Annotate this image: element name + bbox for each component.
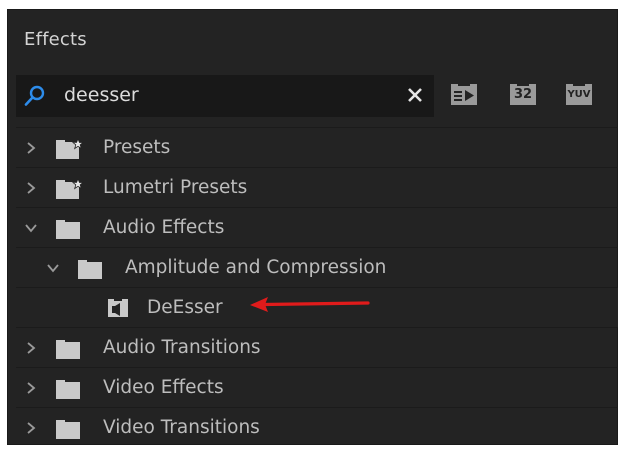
- chevron-right-icon[interactable]: [24, 421, 38, 435]
- yuv-label: YUV: [567, 89, 591, 100]
- yuv-effects-icon[interactable]: YUV: [564, 82, 594, 108]
- preset-folder-icon: [56, 139, 84, 159]
- tree-item-amplitude-and-compression[interactable]: Amplitude and Compression: [16, 247, 618, 287]
- tree-item-label: Audio Transitions: [103, 337, 261, 358]
- 32-bit-color-icon[interactable]: 32: [508, 82, 538, 108]
- tree-item-label: Video Transitions: [103, 417, 260, 438]
- folder-icon: [78, 260, 102, 279]
- panel-title: Effects: [24, 29, 87, 50]
- tree-item-label: Video Effects: [103, 377, 224, 398]
- folder-icon: [56, 380, 80, 399]
- folder-icon: [56, 220, 80, 239]
- tree-item-label: Lumetri Presets: [103, 177, 248, 198]
- tree-item-label: Amplitude and Compression: [125, 257, 387, 278]
- annotation-arrow-icon: [250, 297, 370, 312]
- tree-item-label: Audio Effects: [103, 217, 225, 238]
- tree-item-label: Presets: [103, 137, 171, 158]
- chevron-right-icon[interactable]: [24, 181, 38, 195]
- effects-panel: Effects deesser 32 YUV Presets Lumetri P…: [7, 9, 618, 445]
- 32-bit-label: 32: [513, 87, 533, 102]
- tree-item-audio-transitions[interactable]: Audio Transitions: [16, 327, 618, 367]
- chevron-right-icon[interactable]: [24, 141, 38, 155]
- chevron-down-icon[interactable]: [24, 221, 38, 235]
- search-icon: [24, 85, 45, 106]
- accelerated-effects-icon[interactable]: [449, 82, 479, 108]
- tree-item-label: DeEsser: [147, 297, 223, 318]
- folder-icon: [56, 420, 80, 439]
- preset-folder-icon: [56, 179, 84, 199]
- chevron-down-icon[interactable]: [46, 261, 60, 275]
- chevron-right-icon[interactable]: [24, 341, 38, 355]
- tree-item-audio-effects[interactable]: Audio Effects: [16, 207, 618, 247]
- tree-item-presets[interactable]: Presets: [16, 127, 618, 167]
- effects-tree: Presets Lumetri Presets Audio Effects Am…: [16, 127, 618, 447]
- tree-item-video-transitions[interactable]: Video Transitions: [16, 407, 618, 447]
- folder-icon: [56, 340, 80, 359]
- search-input[interactable]: deesser: [16, 75, 434, 117]
- chevron-right-icon[interactable]: [24, 381, 38, 395]
- audio-effect-icon: [108, 299, 128, 317]
- clear-search-icon[interactable]: [406, 86, 424, 104]
- tree-item-video-effects[interactable]: Video Effects: [16, 367, 618, 407]
- tree-item-lumetri-presets[interactable]: Lumetri Presets: [16, 167, 618, 207]
- search-value: deesser: [64, 84, 139, 106]
